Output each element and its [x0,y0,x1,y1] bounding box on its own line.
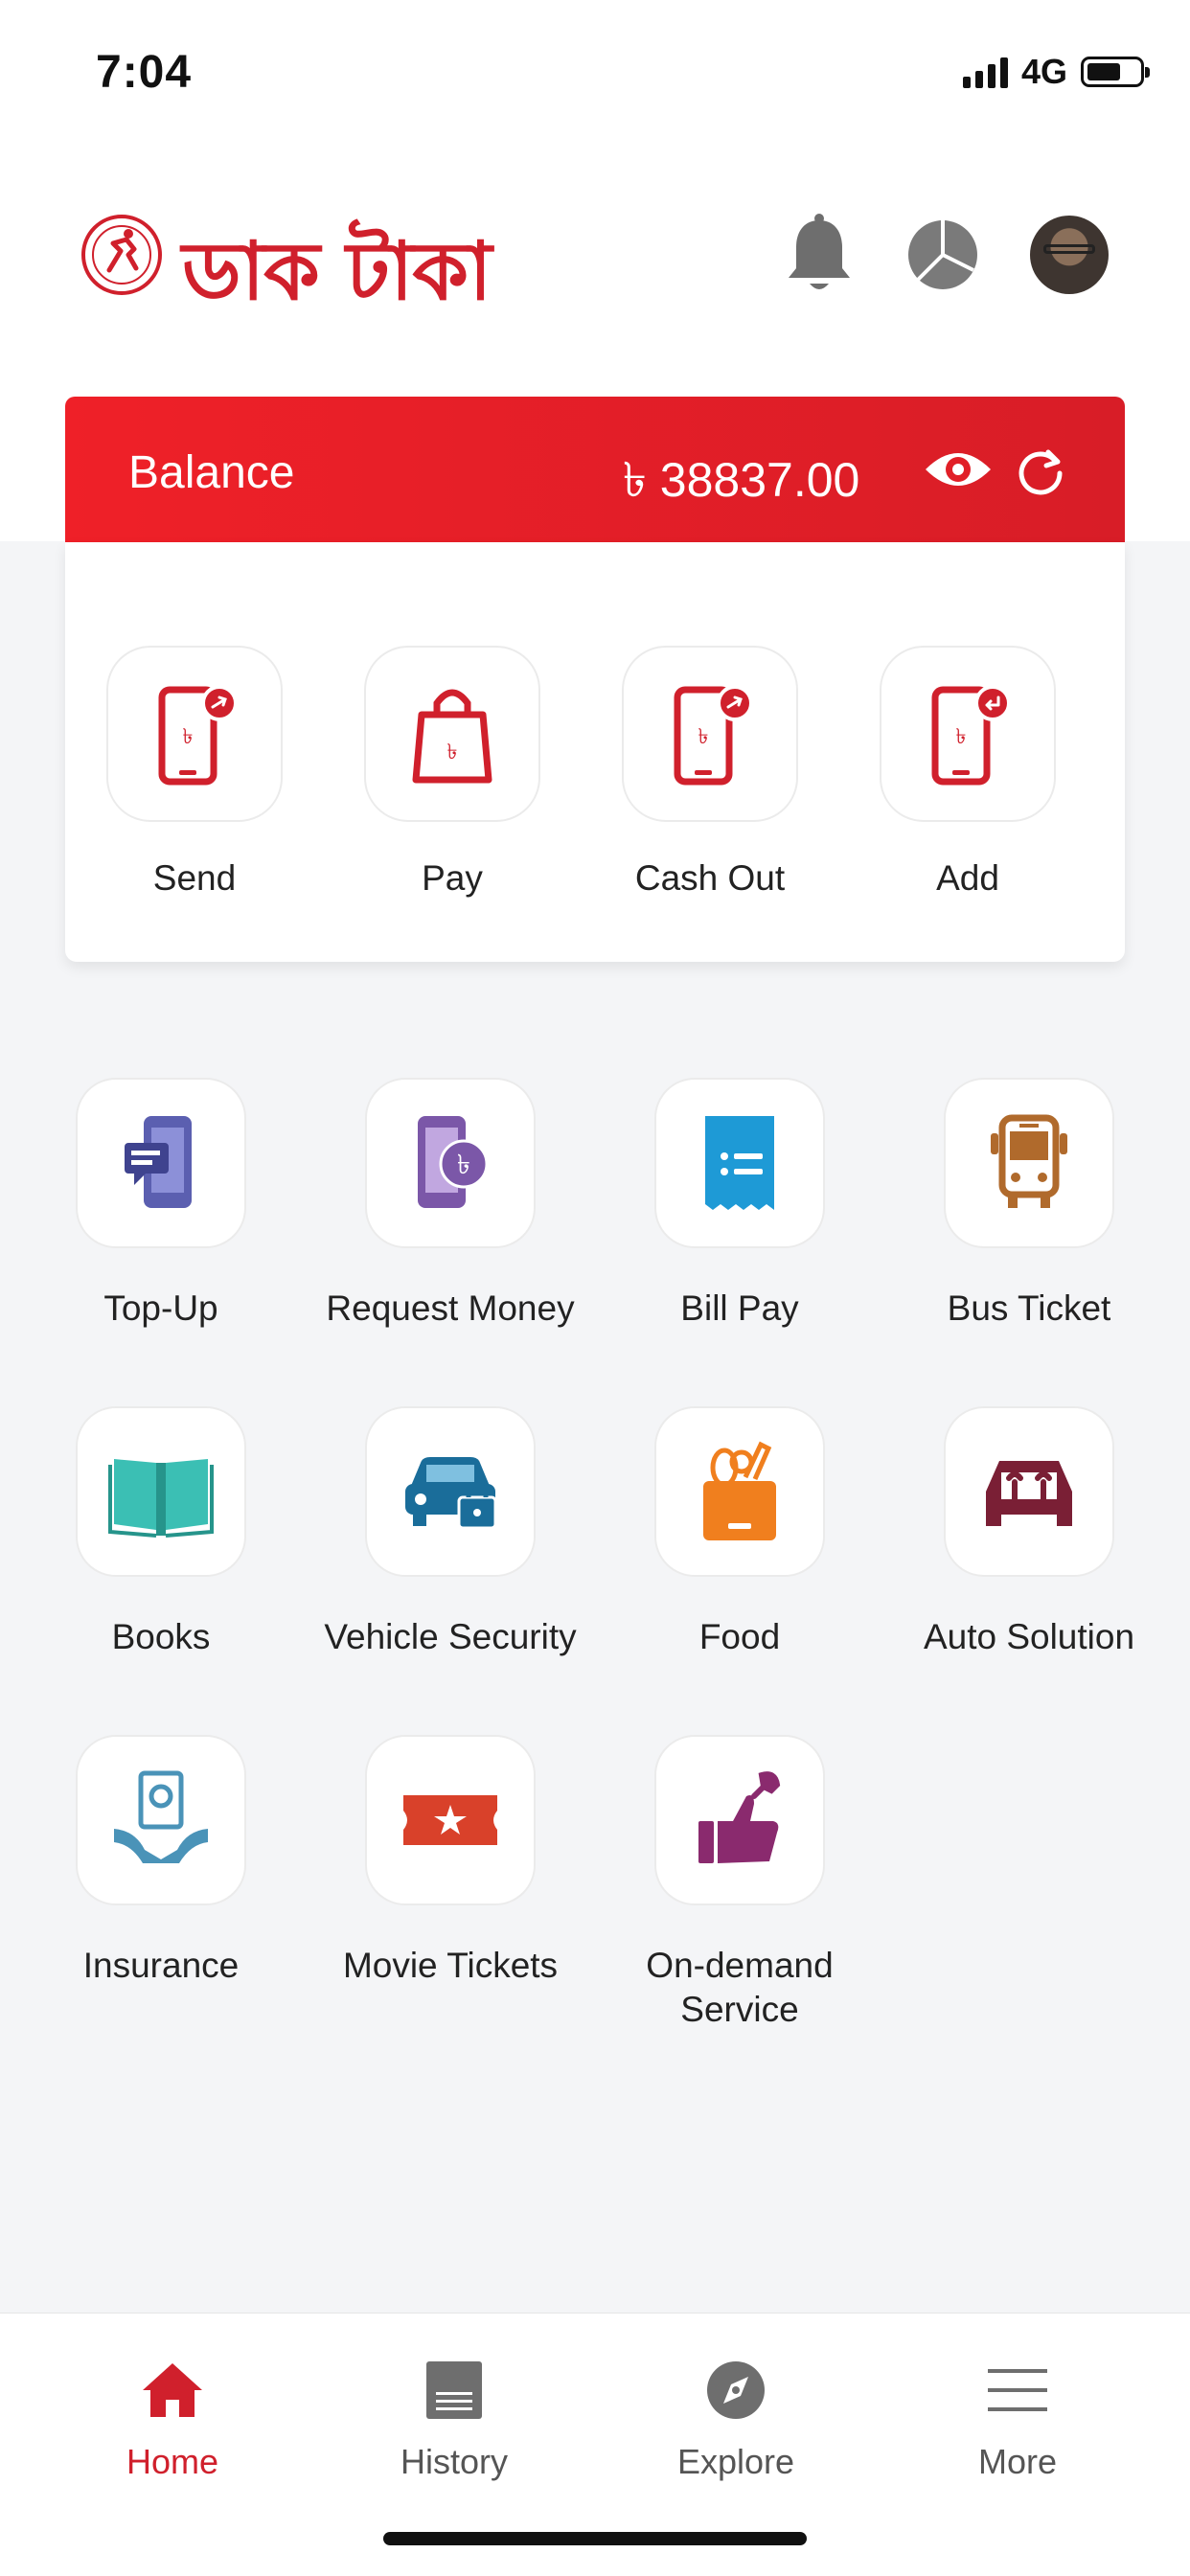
books-tile[interactable] [76,1406,246,1577]
cash-out-button[interactable]: ৳ Cash Out [621,646,799,899]
svg-text:৳: ৳ [956,725,967,749]
balance-amount: ৳ 38837.00 [623,453,860,507]
send-button[interactable]: ৳ Send [105,646,284,899]
nav-home-label: Home [126,2442,219,2481]
auto-solution-tile[interactable] [944,1406,1114,1577]
ticket-icon [403,1795,497,1845]
movie-tickets-label: Movie Tickets [342,1946,559,1985]
movie-tickets-tile[interactable] [365,1735,536,1905]
battery-icon [1081,57,1150,87]
food-tile[interactable] [654,1406,825,1577]
nav-more-label: More [977,2442,1058,2481]
eye-icon[interactable] [922,443,995,496]
network-type: 4G [1020,52,1067,91]
service-top-up[interactable]: Top-Up [22,1078,300,1331]
top-up-label: Top-Up [103,1288,218,1328]
vehicle-security-tile[interactable] [365,1406,536,1577]
avatar[interactable] [1030,216,1109,294]
signal-icon [962,56,1008,88]
bus-icon [991,1114,1067,1208]
vehicle-security-label: Vehicle Security [324,1617,577,1656]
bus-ticket-label: Bus Ticket [947,1288,1111,1328]
service-books[interactable]: Books [22,1406,300,1659]
add-money-button[interactable]: ৳ Add [879,646,1057,899]
nav-history[interactable]: History [339,2359,569,2482]
service-bill-pay[interactable]: Bill Pay [601,1078,879,1331]
nav-explore[interactable]: Explore [621,2359,851,2482]
shopping-bag-icon: ৳ [412,689,492,784]
quick-actions-card: ৳ Send ৳ Pay ৳ Cash Out ৳ Add [65,542,1125,962]
svg-text:৳: ৳ [698,725,709,749]
insurance-label: Insurance [82,1946,240,1985]
history-icon [426,2361,482,2419]
brand-name: ডাক টাকা [182,224,492,318]
pay-label: Pay [422,858,483,898]
book-icon [108,1459,214,1538]
car-repair-icon [986,1461,1072,1526]
request-money-icon: ৳ [418,1116,489,1208]
insurance-icon [114,1770,208,1863]
send-label: Send [152,858,237,898]
pay-button[interactable]: ৳ Pay [363,646,541,899]
nav-explore-label: Explore [676,2442,795,2481]
bell-icon[interactable] [781,213,858,297]
add-label: Add [936,858,999,898]
svg-text:৳: ৳ [457,1149,470,1180]
nav-history-label: History [400,2442,508,2481]
pie-chart-icon[interactable] [904,213,981,297]
food-label: Food [698,1617,781,1656]
post-office-logo-icon [81,215,162,295]
on-demand-tile[interactable] [654,1735,825,1905]
cash-out-label: Cash Out [634,858,786,898]
service-on-demand[interactable]: On-demand Service [601,1735,879,2032]
books-label: Books [111,1617,211,1656]
menu-icon [988,2369,1047,2411]
service-food[interactable]: Food [601,1406,879,1659]
pay-tile[interactable]: ৳ [364,646,540,822]
cash-out-tile[interactable]: ৳ [622,646,798,822]
thumbs-up-wrench-icon [698,1771,781,1863]
balance-label: Balance [128,447,295,498]
insurance-tile[interactable] [76,1735,246,1905]
request-money-tile[interactable]: ৳ [365,1078,536,1248]
grocery-bag-icon [703,1441,776,1540]
service-insurance[interactable]: Insurance [22,1735,300,1988]
service-movie-tickets[interactable]: Movie Tickets [311,1735,589,1988]
bus-ticket-tile[interactable] [944,1078,1114,1248]
auto-solution-label: Auto Solution [923,1617,1135,1656]
nav-more[interactable]: More [903,2359,1133,2482]
top-up-tile[interactable] [76,1078,246,1248]
status-indicators: 4G [962,52,1150,92]
svg-text:৳: ৳ [447,741,458,764]
status-time: 7:04 [96,47,193,98]
service-vehicle-security[interactable]: Vehicle Security [311,1406,589,1659]
home-indicator [383,2532,807,2545]
bill-icon [705,1116,774,1210]
phone-send-icon: ৳ [158,685,238,786]
service-auto-solution[interactable]: Auto Solution [890,1406,1168,1659]
nav-home[interactable]: Home [57,2359,287,2482]
bill-pay-tile[interactable] [654,1078,825,1248]
phone-add-icon: ৳ [931,685,1011,786]
on-demand-label: On-demand Service [646,1946,834,2029]
top-up-icon [125,1116,192,1208]
service-bus-ticket[interactable]: Bus Ticket [890,1078,1168,1331]
svg-text:৳: ৳ [183,725,194,749]
phone-cash-out-icon: ৳ [674,685,753,786]
add-tile[interactable]: ৳ [880,646,1056,822]
home-icon [143,2363,202,2417]
bill-pay-label: Bill Pay [680,1288,799,1328]
request-money-label: Request Money [326,1288,575,1328]
send-tile[interactable]: ৳ [106,646,283,822]
compass-icon [707,2361,765,2419]
refresh-icon[interactable] [1014,445,1067,498]
service-request-money[interactable]: ৳ Request Money [311,1078,589,1331]
balance-bar: Balance ৳ 38837.00 [65,397,1125,542]
car-lock-icon [405,1457,497,1530]
